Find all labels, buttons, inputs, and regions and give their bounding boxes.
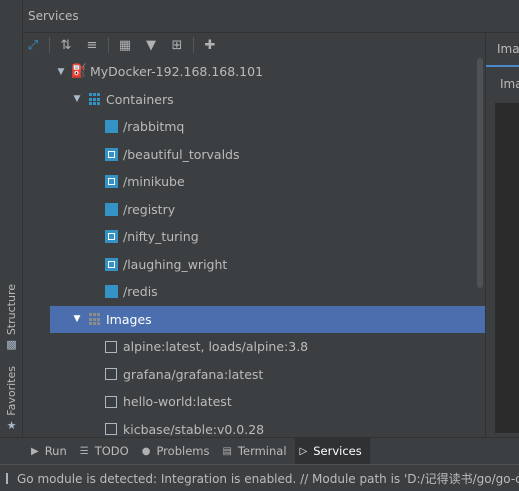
tab-images[interactable]: Imag — [486, 33, 519, 67]
toolbar-separator — [49, 37, 50, 53]
todo-icon: ☰ — [79, 445, 89, 457]
services-toolbar: ⤢ ⇅ ≡ ▦ ▼ ⊞ ✚ — [23, 33, 485, 57]
tree-gutter — [23, 58, 50, 437]
container-label: /redis — [123, 284, 158, 300]
expand-icon[interactable]: ⤢ — [23, 35, 43, 55]
container-item[interactable]: /rabbitmq — [50, 113, 485, 141]
tree-root-node[interactable]: ▼ ⛽ MyDocker-192.168.168.101 — [50, 58, 485, 86]
container-label: /nifty_turing — [123, 229, 199, 245]
containers-label: Containers — [106, 91, 174, 107]
collapse-all-icon[interactable]: ≡ — [82, 35, 102, 55]
favorites-tab-label: Favorites — [5, 366, 18, 416]
images-node[interactable]: ▼ Images — [50, 305, 485, 333]
image-item[interactable]: alpine:latest, loads/alpine:3.8 — [50, 333, 485, 361]
image-label: grafana/grafana:latest — [123, 366, 264, 382]
bottom-tool-tabs: ▶ Run ☰ TODO ● Problems ▤ Terminal ▷ Ser… — [0, 437, 519, 465]
container-item[interactable]: /registry — [50, 196, 485, 224]
docker-icon: ⛽ — [70, 64, 88, 80]
toolbar-separator — [108, 37, 109, 53]
container-running-icon — [105, 147, 118, 161]
panel-title: Services — [28, 9, 79, 23]
chevron-down-icon[interactable]: ▼ — [54, 67, 68, 77]
images-icon — [88, 312, 102, 326]
right-sub-label: Ima — [500, 77, 519, 91]
image-label: kicbase/stable:v0.0.28 — [123, 421, 265, 437]
panel-header: Services — [23, 0, 485, 33]
tab-run[interactable]: ▶ Run — [26, 438, 75, 465]
container-item[interactable]: /laughing_wright — [50, 251, 485, 279]
problems-icon: ● — [141, 445, 151, 457]
images-label: Images — [106, 311, 152, 327]
structure-tab-label: Structure — [5, 284, 18, 336]
container-item[interactable]: /nifty_turing — [50, 223, 485, 251]
new-tab-icon[interactable]: ⊞ — [167, 35, 187, 55]
container-stopped-icon — [105, 120, 118, 134]
tab-todo-label: TODO — [94, 444, 129, 458]
tab-services[interactable]: ▷ Services — [294, 437, 370, 465]
root-node-label: MyDocker-192.168.168.101 — [90, 64, 264, 80]
favorites-tab[interactable]: Favorites ★ — [2, 366, 21, 432]
expand-all-icon[interactable]: ⇅ — [56, 35, 76, 55]
containers-node[interactable]: ▼ Containers — [50, 86, 485, 114]
container-item[interactable]: /redis — [50, 278, 485, 306]
container-item[interactable]: /minikube — [50, 168, 485, 196]
tab-terminal[interactable]: ▤ Terminal — [217, 438, 294, 465]
image-item[interactable]: grafana/grafana:latest — [50, 361, 485, 389]
tab-run-label: Run — [44, 444, 67, 458]
services-icon: ▷ — [299, 445, 308, 457]
container-label: /rabbitmq — [123, 119, 185, 135]
containers-icon — [88, 92, 102, 106]
right-panel-header — [485, 0, 519, 33]
container-label: /registry — [123, 201, 176, 217]
container-label: /laughing_wright — [123, 256, 228, 272]
filter-icon[interactable]: ▼ — [141, 35, 161, 55]
group-by-icon[interactable]: ▦ — [115, 35, 135, 55]
container-running-icon — [105, 230, 118, 244]
status-message[interactable]: Go module is detected: Integration is en… — [17, 470, 519, 487]
structure-icon: ▩ — [6, 338, 17, 352]
image-icon — [105, 368, 117, 381]
container-running-icon — [105, 175, 118, 189]
tab-todo[interactable]: ☰ TODO — [75, 438, 137, 465]
container-stopped-icon — [105, 285, 118, 299]
image-label: hello-world:latest — [123, 394, 232, 410]
terminal-icon: ▤ — [222, 445, 232, 457]
chevron-down-icon[interactable]: ▼ — [70, 314, 84, 324]
add-service-icon[interactable]: ✚ — [200, 35, 220, 55]
image-item[interactable]: kicbase/stable:v0.0.28 — [50, 416, 485, 438]
container-label: /beautiful_torvalds — [123, 146, 240, 162]
services-tree: ▼ ⛽ MyDocker-192.168.168.101 ▼ Container… — [50, 58, 485, 437]
tab-terminal-label: Terminal — [237, 444, 287, 458]
tab-images-label: Imag — [497, 42, 519, 56]
chevron-down-icon[interactable]: ▼ — [70, 94, 84, 104]
image-label: alpine:latest, loads/alpine:3.8 — [123, 339, 309, 355]
image-icon — [105, 423, 117, 436]
services-panel: Services ⤢ ⇅ ≡ ▦ ▼ ⊞ ✚ ▼ ⛽ MyDocker-192.… — [23, 0, 485, 437]
right-panel: Imag Ima — [485, 33, 519, 437]
run-icon: ▶ — [31, 445, 39, 457]
tab-problems-label: Problems — [156, 444, 210, 458]
right-content-area — [495, 103, 519, 433]
tab-problems[interactable]: ● Problems — [137, 438, 218, 465]
left-tool-stripe: Structure ▩ Favorites ★ — [0, 0, 23, 437]
container-item[interactable]: /beautiful_torvalds — [50, 141, 485, 169]
toolbar-separator — [193, 37, 194, 53]
star-icon: ★ — [6, 418, 17, 432]
tree-scrollbar[interactable] — [477, 58, 483, 288]
container-label: /minikube — [123, 174, 185, 190]
structure-tab[interactable]: Structure ▩ — [2, 284, 21, 351]
container-stopped-icon — [105, 202, 118, 216]
image-icon — [105, 395, 117, 408]
image-item[interactable]: hello-world:latest — [50, 388, 485, 416]
status-toggle-icon[interactable] — [6, 472, 8, 484]
image-icon — [105, 340, 117, 353]
container-running-icon — [105, 257, 118, 271]
status-bar: Go module is detected: Integration is en… — [0, 464, 519, 491]
tab-services-label: Services — [313, 444, 362, 458]
